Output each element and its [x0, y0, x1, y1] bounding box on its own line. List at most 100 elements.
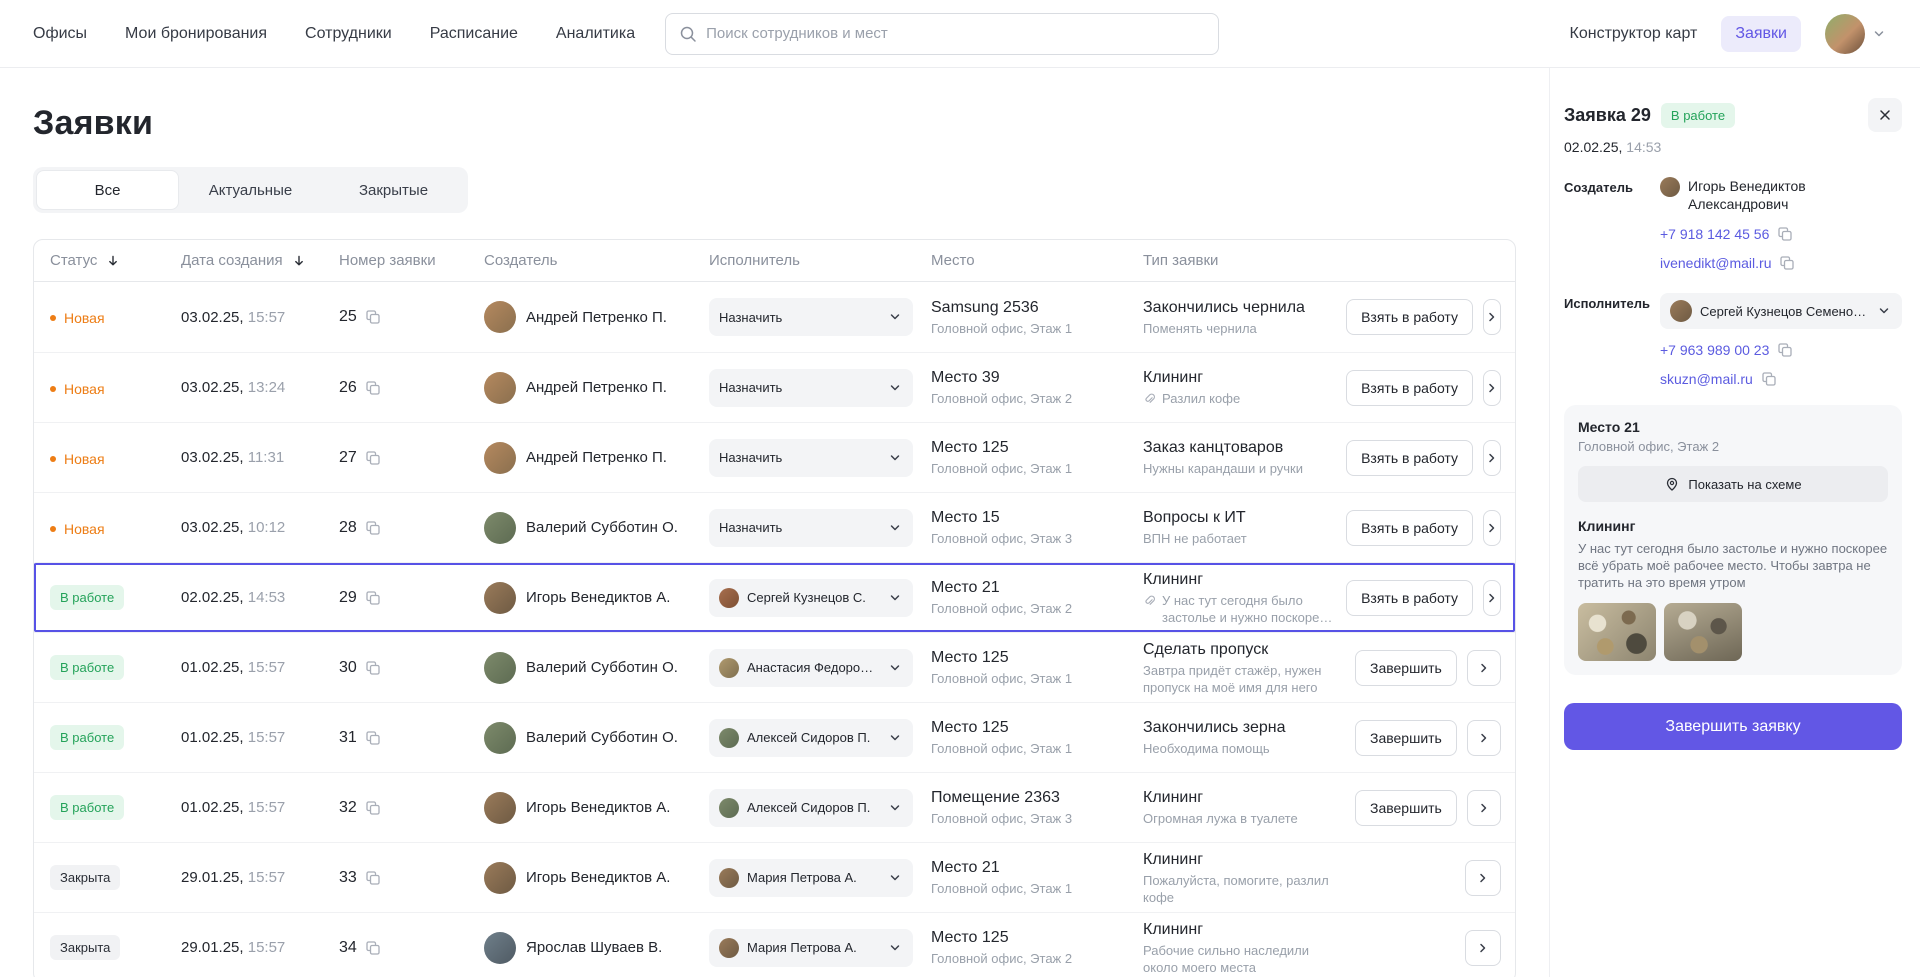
- assignee-dropdown[interactable]: Назначить: [709, 298, 913, 336]
- search-input[interactable]: [706, 25, 1205, 42]
- nav-links: Офисы Мои бронирования Сотрудники Расписани…: [33, 25, 635, 43]
- type-subtitle: У нас тут сегодня было застолье и нужно …: [1143, 592, 1339, 626]
- request-number: 28: [339, 519, 357, 537]
- copy-button[interactable]: [365, 450, 381, 466]
- creator-email-link[interactable]: ivenedikt@mail.ru: [1660, 255, 1771, 271]
- copy-button[interactable]: [1761, 371, 1777, 387]
- assignee-dropdown[interactable]: Алексей Сидоров П.: [709, 719, 913, 757]
- assignee-dropdown[interactable]: Алексей Сидоров П.: [709, 789, 913, 827]
- show-on-map-button[interactable]: Показать на схеме: [1578, 466, 1888, 502]
- copy-button[interactable]: [365, 309, 381, 325]
- chevron-down-icon: [1871, 26, 1887, 42]
- search-box[interactable]: [665, 13, 1219, 55]
- open-row-button[interactable]: [1467, 790, 1501, 826]
- table-row[interactable]: Новая03.02.25, 10:1228Валерий Субботин О…: [34, 492, 1515, 562]
- nav-item-0[interactable]: Офисы: [33, 25, 87, 43]
- nav-item-2[interactable]: Сотрудники: [305, 25, 392, 43]
- table-row[interactable]: Новая03.02.25, 15:5725Андрей Петренко П.…: [34, 282, 1515, 352]
- nav-item-requests[interactable]: Заявки: [1721, 16, 1801, 52]
- place-title: Samsung 2536: [931, 298, 1127, 318]
- row-action-button[interactable]: Взять в работу: [1346, 440, 1473, 476]
- nav-item-1[interactable]: Мои бронирования: [125, 25, 267, 43]
- table-row[interactable]: Закрыта29.01.25, 15:5733Игорь Венедиктов…: [34, 842, 1515, 912]
- row-action-button[interactable]: Взять в работу: [1346, 299, 1473, 335]
- assignee-dropdown[interactable]: Мария Петрова А.: [709, 929, 913, 967]
- open-row-button[interactable]: [1465, 860, 1501, 896]
- chevron-right-icon: [1475, 870, 1491, 886]
- photo-thumbnail[interactable]: [1664, 603, 1742, 661]
- avatar: [719, 588, 739, 608]
- copy-button[interactable]: [365, 800, 381, 816]
- copy-button[interactable]: [365, 730, 381, 746]
- table-row[interactable]: В работе01.02.25, 15:5732Игорь Венедикто…: [34, 772, 1515, 842]
- assignee-email-link[interactable]: skuzn@mail.ru: [1660, 371, 1753, 387]
- column-header-1[interactable]: Дата создания: [165, 252, 323, 269]
- copy-button[interactable]: [365, 870, 381, 886]
- avatar: [484, 372, 516, 404]
- open-row-button[interactable]: [1483, 580, 1501, 616]
- open-row-button[interactable]: [1483, 440, 1501, 476]
- copy-button[interactable]: [365, 940, 381, 956]
- assignee-dropdown[interactable]: Сергей Кузнецов С.: [709, 579, 913, 617]
- assignee-phone-link[interactable]: +7 963 989 00 23: [1660, 342, 1769, 358]
- assignee-dropdown[interactable]: Назначить: [709, 369, 913, 407]
- copy-button[interactable]: [365, 660, 381, 676]
- tab-2[interactable]: Закрытые: [322, 170, 465, 210]
- user-menu[interactable]: [1825, 14, 1887, 54]
- creator-name: Ярослав Шуваев В.: [526, 939, 662, 956]
- place-subtitle: Головной офис, Этаж 1: [931, 880, 1127, 897]
- open-row-button[interactable]: [1467, 650, 1501, 686]
- copy-button[interactable]: [365, 590, 381, 606]
- column-header-0[interactable]: Статус: [34, 252, 165, 269]
- copy-button[interactable]: [1777, 342, 1793, 358]
- tab-0[interactable]: Все: [36, 170, 179, 210]
- copy-button[interactable]: [365, 380, 381, 396]
- copy-icon: [1777, 226, 1793, 242]
- open-row-button[interactable]: [1483, 299, 1501, 335]
- complete-request-button[interactable]: Завершить заявку: [1564, 703, 1902, 750]
- close-panel-button[interactable]: [1868, 98, 1902, 132]
- place-subtitle: Головной офис, Этаж 1: [931, 460, 1127, 477]
- row-action-button[interactable]: Взять в работу: [1346, 580, 1473, 616]
- creator-phone-link[interactable]: +7 918 142 45 56: [1660, 226, 1769, 242]
- place-subtitle: Головной офис, Этаж 1: [931, 320, 1127, 337]
- row-action-button[interactable]: Завершить: [1355, 720, 1457, 756]
- assignee-dropdown[interactable]: Назначить: [709, 439, 913, 477]
- avatar: [484, 862, 516, 894]
- status-dot: [50, 386, 56, 392]
- photo-thumbnail[interactable]: [1578, 603, 1656, 661]
- table-row[interactable]: В работе02.02.25, 14:5329Игорь Венедикто…: [34, 562, 1515, 632]
- panel-creator-avatar: [1660, 177, 1680, 197]
- creator-name: Валерий Субботин О.: [526, 729, 678, 746]
- open-row-button[interactable]: [1465, 930, 1501, 966]
- panel-assignee-dropdown[interactable]: Сергей Кузнецов Семенович: [1660, 293, 1902, 329]
- table-row[interactable]: В работе01.02.25, 15:5730Валерий Субботи…: [34, 632, 1515, 702]
- nav-item-3[interactable]: Расписание: [430, 25, 518, 43]
- nav-item-map-constructor[interactable]: Конструктор карт: [1570, 25, 1698, 43]
- assignee-dropdown[interactable]: Назначить: [709, 509, 913, 547]
- open-row-button[interactable]: [1483, 370, 1501, 406]
- nav-item-4[interactable]: Аналитика: [556, 25, 635, 43]
- copy-button[interactable]: [1779, 255, 1795, 271]
- open-row-button[interactable]: [1467, 720, 1501, 756]
- row-action-button[interactable]: Завершить: [1355, 650, 1457, 686]
- row-action-button[interactable]: Завершить: [1355, 790, 1457, 826]
- avatar: [719, 728, 739, 748]
- copy-button[interactable]: [1777, 226, 1793, 242]
- table-row[interactable]: Новая03.02.25, 13:2426Андрей Петренко П.…: [34, 352, 1515, 422]
- tab-1[interactable]: Актуальные: [179, 170, 322, 210]
- assignee-dropdown[interactable]: Мария Петрова А.: [709, 859, 913, 897]
- request-number: 31: [339, 729, 357, 747]
- open-row-button[interactable]: [1483, 510, 1501, 546]
- row-action-button[interactable]: Взять в работу: [1346, 510, 1473, 546]
- request-number: 30: [339, 659, 357, 677]
- copy-button[interactable]: [365, 520, 381, 536]
- table-row[interactable]: Новая03.02.25, 11:3127Андрей Петренко П.…: [34, 422, 1515, 492]
- assignee-dropdown[interactable]: Анастасия Федорова В.: [709, 649, 913, 687]
- type-title: Закончились зерна: [1143, 718, 1339, 738]
- table-row[interactable]: В работе01.02.25, 15:5731Валерий Субботи…: [34, 702, 1515, 772]
- assignee-label: Исполнитель: [1564, 293, 1660, 387]
- row-action-button[interactable]: Взять в работу: [1346, 370, 1473, 406]
- status-badge: В работе: [50, 655, 124, 680]
- table-row[interactable]: Закрыта29.01.25, 15:5734Ярослав Шуваев В…: [34, 912, 1515, 977]
